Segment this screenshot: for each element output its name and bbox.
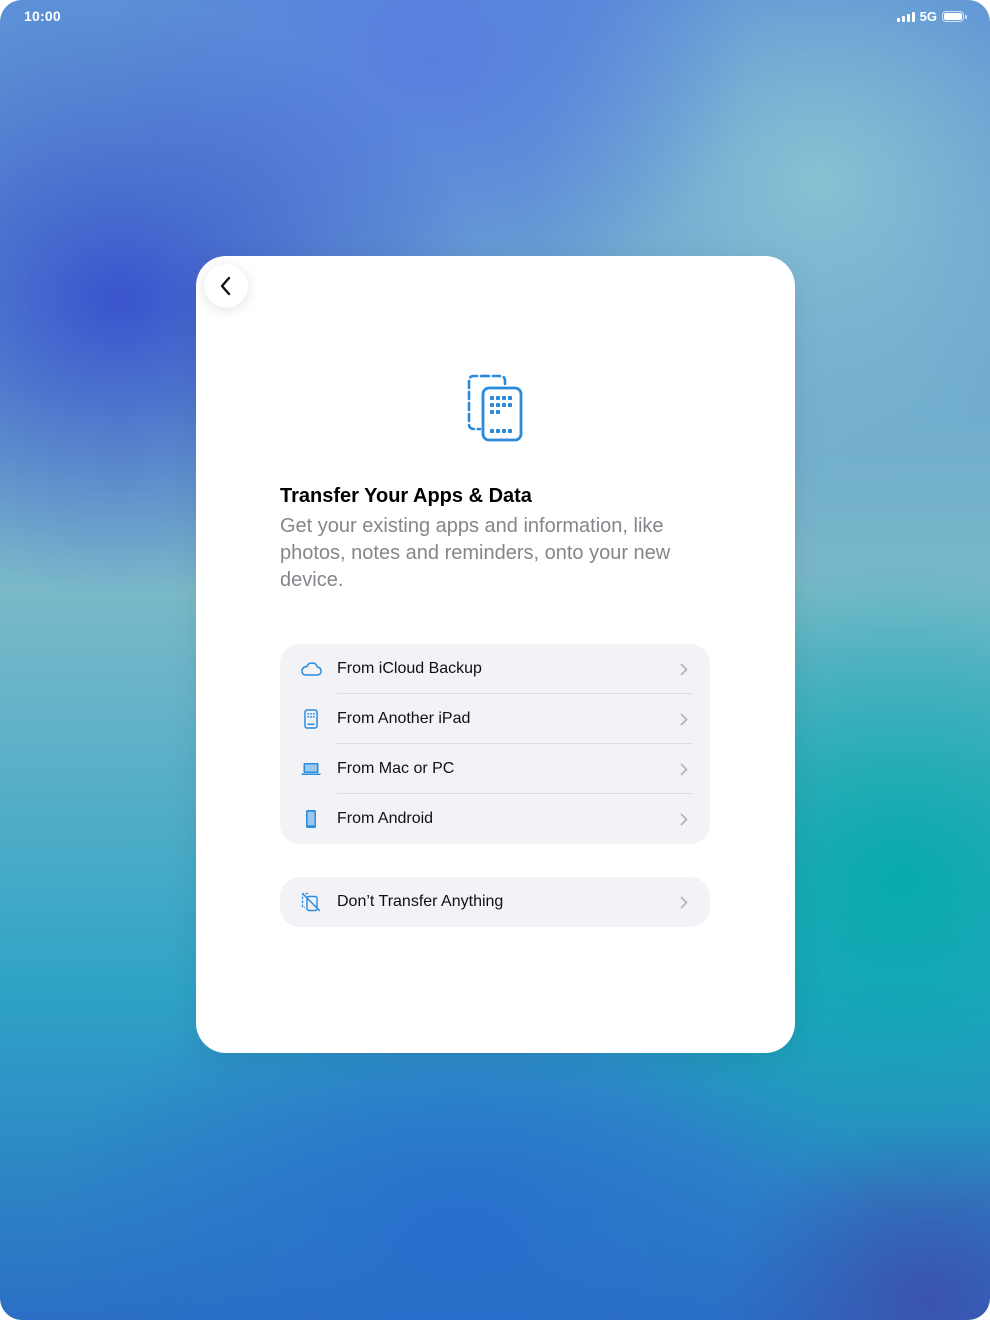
option-label: From Mac or PC	[337, 760, 455, 777]
status-time: 10:00	[24, 8, 61, 24]
option-label: From iCloud Backup	[337, 660, 482, 677]
option-another-ipad[interactable]: From Another iPad	[280, 694, 710, 744]
option-mac-or-pc[interactable]: From Mac or PC	[280, 744, 710, 794]
option-label: Don’t Transfer Anything	[337, 893, 504, 910]
chevron-right-icon	[680, 662, 690, 676]
cloud-icon	[300, 658, 322, 680]
page-title: Transfer Your Apps & Data	[280, 485, 532, 507]
back-button[interactable]	[204, 264, 248, 308]
transfer-card: Transfer Your Apps & Data Get your exist…	[196, 256, 795, 1053]
option-icloud-backup[interactable]: From iCloud Backup	[280, 644, 710, 694]
phone-icon	[300, 808, 322, 830]
chevron-right-icon	[680, 895, 690, 909]
battery-icon	[942, 11, 967, 22]
page-subtitle: Get your existing apps and information, …	[280, 515, 671, 591]
option-label: From Another iPad	[337, 710, 471, 727]
option-android[interactable]: From Android	[280, 794, 710, 844]
skip-option-group: Don’t Transfer Anything	[280, 877, 710, 927]
signal-icon	[896, 11, 915, 22]
chevron-right-icon	[680, 812, 690, 826]
option-label: From Android	[337, 810, 434, 827]
status-bar: 10:00 5G	[0, 0, 990, 32]
chevron-right-icon	[680, 762, 690, 776]
option-dont-transfer[interactable]: Don’t Transfer Anything	[280, 877, 710, 927]
network-label: 5G	[919, 9, 937, 24]
no-transfer-icon	[300, 891, 322, 913]
laptop-icon	[300, 758, 322, 780]
chevron-right-icon	[680, 712, 690, 726]
chevron-left-icon	[220, 276, 231, 296]
setup-screen: 10:00 5G Transfer Your Apps & Data Get y…	[0, 0, 990, 1320]
transfer-options-list: From iCloud Backup From Another iPad Fro…	[280, 644, 710, 844]
status-indicators: 5G	[896, 9, 967, 24]
ipad-icon	[300, 708, 322, 730]
transfer-devices-icon	[467, 374, 523, 442]
